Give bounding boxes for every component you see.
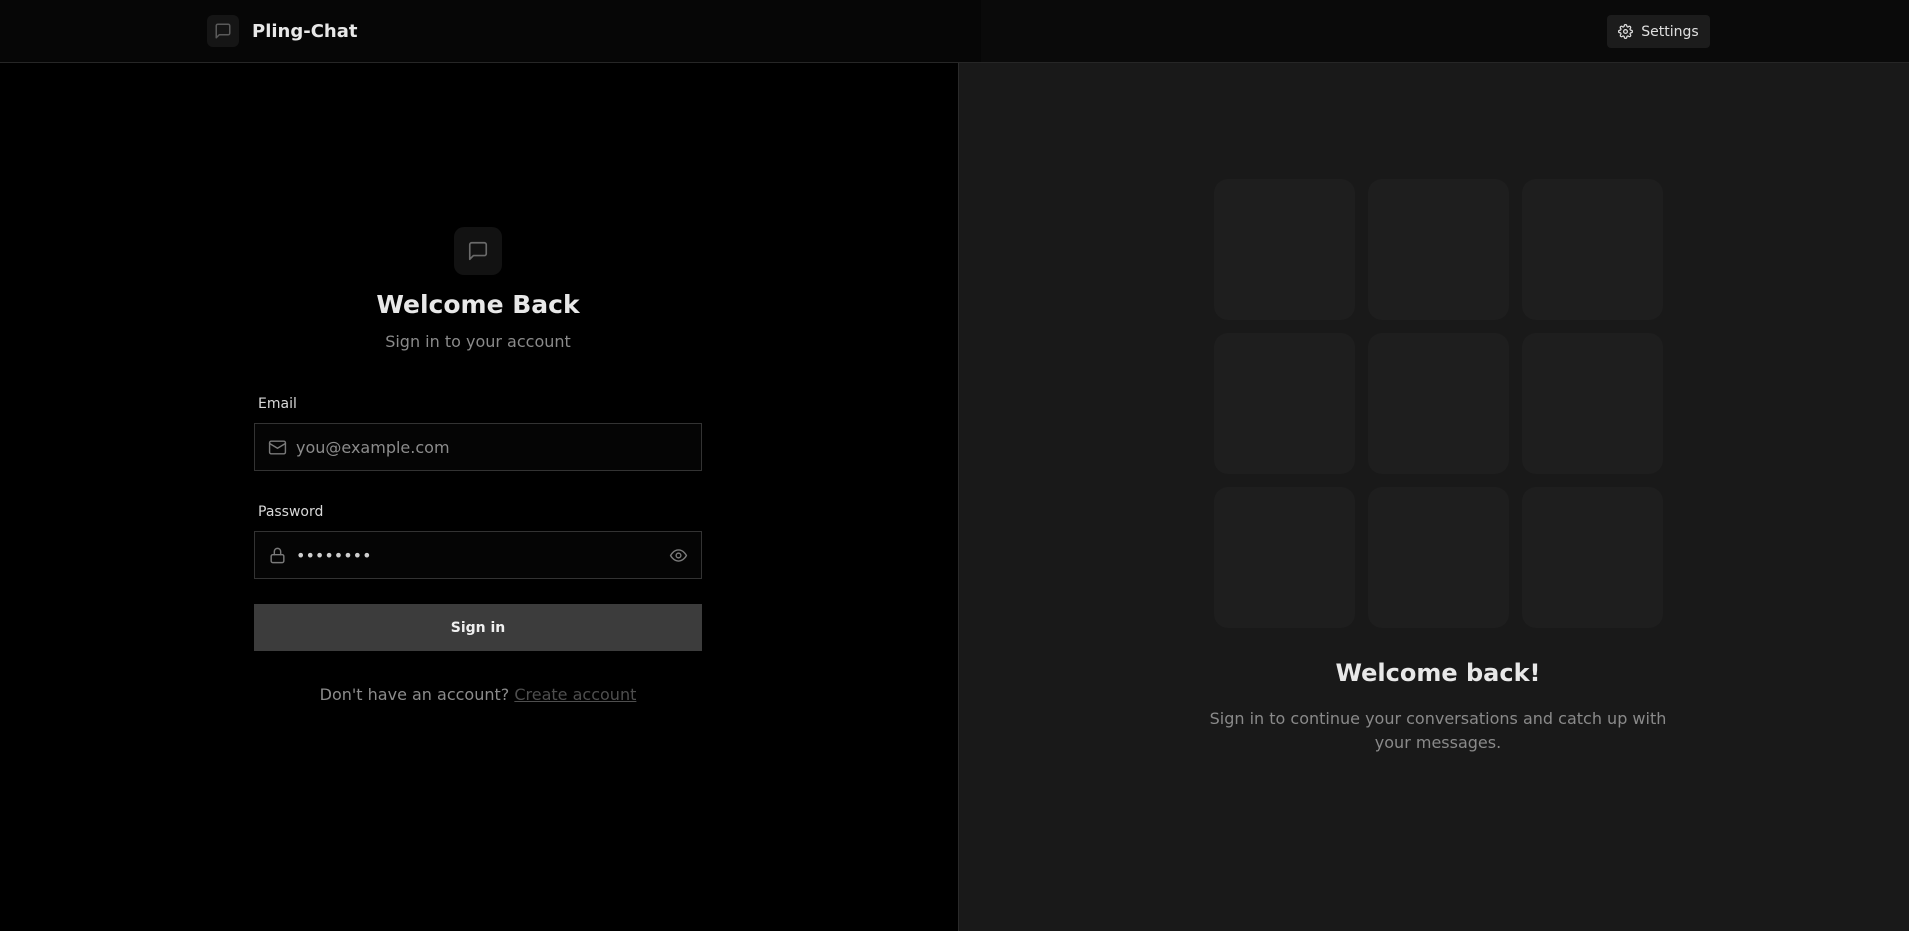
login-panel xyxy=(0,63,958,931)
brand[interactable]: Pling-Chat xyxy=(207,14,357,48)
decor-tile xyxy=(1368,179,1509,320)
decor-tile xyxy=(1214,487,1355,628)
decor-tile xyxy=(1522,487,1663,628)
settings-button[interactable]: Settings xyxy=(1607,15,1710,48)
decor-tile xyxy=(1214,333,1355,474)
decor-tile xyxy=(1522,179,1663,320)
password-input[interactable] xyxy=(296,532,666,578)
chat-bubble-icon xyxy=(454,227,502,275)
decor-tile xyxy=(1368,333,1509,474)
signup-prompt: Don't have an account? Create account xyxy=(254,685,702,704)
email-input[interactable] xyxy=(296,424,701,470)
password-label: Password xyxy=(258,504,324,520)
promo-title: Welcome back! xyxy=(1335,659,1541,687)
chat-bubble-icon xyxy=(207,15,239,47)
header-right-shade xyxy=(981,0,1909,62)
login-title: Welcome Back xyxy=(376,290,580,319)
gear-icon xyxy=(1618,24,1634,39)
decor-tile xyxy=(1214,179,1355,320)
top-header: Pling-Chat Settings xyxy=(0,0,1909,63)
lock-icon xyxy=(267,545,287,565)
promo-subtitle: Sign in to continue your conversations a… xyxy=(1209,709,1667,752)
settings-label: Settings xyxy=(1641,23,1699,40)
password-field-wrapper xyxy=(254,531,702,579)
app-name: Pling-Chat xyxy=(252,20,358,42)
login-subtitle: Sign in to your account xyxy=(385,332,571,351)
decor-tile xyxy=(1522,333,1663,474)
sign-in-button[interactable]: Sign in xyxy=(254,604,702,651)
create-account-link[interactable]: Create account xyxy=(514,685,636,704)
email-field-wrapper xyxy=(254,423,702,471)
no-account-text: Don't have an account? xyxy=(319,685,510,704)
decor-tile xyxy=(1368,487,1509,628)
mail-icon xyxy=(267,437,287,457)
email-label: Email xyxy=(258,396,297,412)
eye-icon[interactable] xyxy=(666,543,690,567)
